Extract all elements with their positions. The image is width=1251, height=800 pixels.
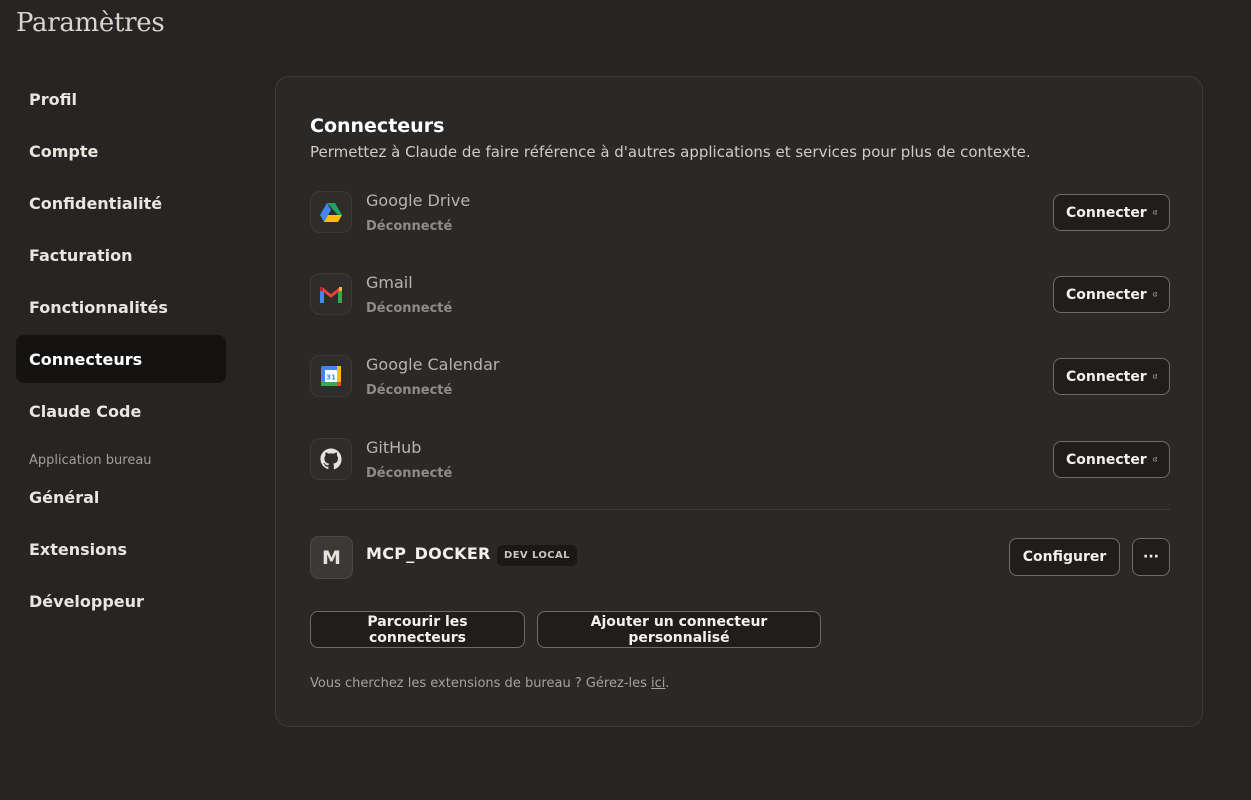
connector-name: Google Calendar (366, 355, 500, 374)
connect-button-label: Connecter (1066, 368, 1147, 385)
mcp-connector-name: MCP_DOCKER (366, 544, 491, 563)
connector-name: Google Drive (366, 191, 471, 210)
connect-google-calendar-button[interactable]: Connecter (1053, 358, 1170, 395)
connect-gmail-button[interactable]: Connecter (1053, 276, 1170, 313)
connector-row-github: GitHub Déconnecté Connecter (310, 438, 1170, 494)
connector-status: Déconnecté (366, 383, 453, 398)
connector-row-google-drive: Google Drive Déconnecté Connecter (310, 191, 1170, 247)
sidebar: Profil Compte Confidentialité Facturatio… (16, 75, 226, 629)
connector-name: Gmail (366, 273, 413, 292)
dev-local-badge: DEV LOCAL (497, 545, 577, 566)
sidebar-item-fonctionnalites[interactable]: Fonctionnalités (16, 283, 226, 331)
connect-google-drive-button[interactable]: Connecter (1053, 194, 1170, 231)
google-calendar-icon: 31 (310, 355, 352, 397)
footer-link[interactable]: ici (651, 676, 665, 691)
external-link-icon (1153, 374, 1157, 379)
sidebar-item-extensions[interactable]: Extensions (16, 525, 226, 573)
footer-end: . (665, 676, 670, 691)
github-icon (310, 438, 352, 480)
gmail-icon (310, 273, 352, 315)
connector-name: GitHub (366, 438, 422, 457)
divider (320, 509, 1170, 510)
external-link-icon (1153, 292, 1157, 297)
panel-description: Permettez à Claude de faire référence à … (310, 143, 1031, 161)
footer-note: Vous cherchez les extensions de bureau ?… (310, 676, 670, 691)
more-options-button[interactable]: ··· (1132, 538, 1170, 576)
sidebar-item-compte[interactable]: Compte (16, 127, 226, 175)
connector-status: Déconnecté (366, 466, 453, 481)
add-custom-connector-button[interactable]: Ajouter un connecteur personnalisé (537, 611, 821, 648)
sidebar-item-facturation[interactable]: Facturation (16, 231, 226, 279)
connect-github-button[interactable]: Connecter (1053, 441, 1170, 478)
sidebar-item-connecteurs[interactable]: Connecteurs (16, 335, 226, 383)
sidebar-section-label: Application bureau (29, 452, 152, 468)
connector-status: Déconnecté (366, 301, 453, 316)
connect-button-label: Connecter (1066, 286, 1147, 303)
connector-row-google-calendar: 31 Google Calendar Déconnecté Connecter (310, 355, 1170, 411)
connector-row-gmail: Gmail Déconnecté Connecter (310, 273, 1170, 329)
connect-button-label: Connecter (1066, 204, 1147, 221)
sidebar-item-claude-code[interactable]: Claude Code (16, 387, 226, 435)
footer-text: Vous cherchez les extensions de bureau ?… (310, 676, 652, 691)
sidebar-item-general[interactable]: Général (16, 473, 226, 521)
external-link-icon (1153, 457, 1157, 462)
connect-button-label: Connecter (1066, 451, 1147, 468)
sidebar-item-confidentialite[interactable]: Confidentialité (16, 179, 226, 227)
connector-status: Déconnecté (366, 219, 453, 234)
page-title: Paramètres (16, 8, 165, 38)
google-drive-icon (310, 191, 352, 233)
browse-connectors-button[interactable]: Parcourir les connecteurs (310, 611, 525, 648)
connectors-panel: Connecteurs Permettez à Claude de faire … (275, 76, 1203, 727)
sidebar-item-developpeur[interactable]: Développeur (16, 577, 226, 625)
panel-title: Connecteurs (310, 115, 445, 137)
configure-button[interactable]: Configurer (1009, 538, 1120, 576)
sidebar-item-profil[interactable]: Profil (16, 75, 226, 123)
svg-text:31: 31 (326, 374, 336, 382)
external-link-icon (1153, 210, 1157, 215)
mcp-avatar: M (310, 536, 353, 579)
